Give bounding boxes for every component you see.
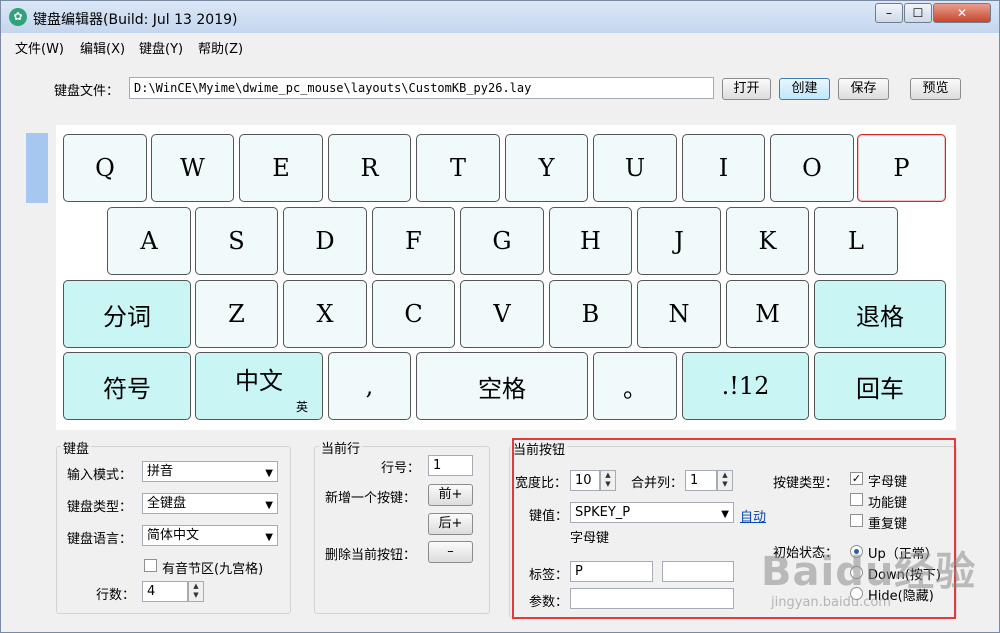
key-comma[interactable]: ,	[328, 352, 411, 420]
rows-label: 行数：	[96, 588, 136, 603]
spin-up-icon: ▲	[193, 582, 199, 590]
watermark-logo: Baidu经验	[761, 549, 977, 595]
key-x[interactable]: X	[283, 280, 367, 348]
key-o[interactable]: O	[770, 134, 854, 202]
rows-spinner[interactable]: ▲ ▼	[188, 581, 204, 602]
title-bar: ✿ 键盘编辑器(Build: Jul 13 2019) – ☐ ✕	[1, 1, 999, 33]
close-button[interactable]: ✕	[933, 3, 991, 23]
window-title: 键盘编辑器(Build: Jul 13 2019)	[33, 12, 238, 28]
kb-lang-value: 简体中文	[147, 528, 200, 543]
key-d[interactable]: D	[283, 207, 367, 275]
has-tone-label: 有音节区(九宫格)	[162, 562, 264, 577]
maximize-button[interactable]: ☐	[904, 3, 932, 23]
key-v[interactable]: V	[460, 280, 544, 348]
key-r[interactable]: R	[328, 134, 411, 202]
key-period[interactable]: 。	[593, 352, 677, 420]
key-c[interactable]: C	[372, 280, 455, 348]
key-b[interactable]: B	[549, 280, 632, 348]
key-j[interactable]: J	[637, 207, 721, 275]
key-u[interactable]: U	[593, 134, 677, 202]
has-tone-checkbox[interactable]	[144, 559, 157, 572]
chevron-down-icon: ▼	[265, 532, 273, 543]
create-button[interactable]: 创建	[779, 78, 830, 100]
input-mode-value: 拼音	[147, 464, 174, 479]
key-space[interactable]: 空格	[416, 352, 588, 420]
key-m[interactable]: M	[726, 280, 809, 348]
key-l[interactable]: L	[814, 207, 898, 275]
row-group-title: 当前行	[319, 438, 363, 457]
key-f[interactable]: F	[372, 207, 455, 275]
app-logo-icon: ✿	[9, 8, 27, 26]
key-q[interactable]: Q	[63, 134, 147, 202]
open-button[interactable]: 打开	[722, 78, 771, 100]
delete-key-button[interactable]: –	[428, 541, 473, 563]
key-english-sublabel: 英	[295, 400, 308, 414]
key-z[interactable]: Z	[195, 280, 278, 348]
current-row-marker	[26, 133, 48, 203]
menu-keyboard[interactable]: 键盘(Y)	[139, 38, 183, 57]
add-after-button[interactable]: 后+	[428, 513, 473, 535]
key-n[interactable]: N	[637, 280, 721, 348]
kb-type-label: 键盘类型：	[67, 500, 133, 515]
rows-field[interactable]: 4	[142, 581, 188, 602]
key-y[interactable]: Y	[505, 134, 588, 202]
menu-file[interactable]: 文件(W)	[15, 38, 64, 57]
key-t[interactable]: T	[416, 134, 500, 202]
key-symbol[interactable]: 符号	[63, 352, 191, 420]
key-chinese-english[interactable]: 中文 英	[195, 352, 323, 420]
key-k[interactable]: K	[726, 207, 809, 275]
delete-key-label: 删除当前按钮：	[325, 548, 417, 563]
input-mode-label: 输入模式：	[67, 468, 133, 483]
kb-type-select[interactable]: 全键盘 ▼	[142, 493, 278, 514]
key-i[interactable]: I	[682, 134, 765, 202]
keyboard-group-title: 键盘	[61, 438, 92, 457]
key-g[interactable]: G	[460, 207, 544, 275]
key-w[interactable]: W	[151, 134, 234, 202]
chevron-down-icon: ▼	[265, 500, 273, 511]
save-button[interactable]: 保存	[838, 78, 889, 100]
key-segment[interactable]: 分词	[63, 280, 191, 348]
key-backspace[interactable]: 退格	[814, 280, 946, 348]
key-e[interactable]: E	[239, 134, 323, 202]
chevron-down-icon: ▼	[265, 468, 273, 479]
add-before-button[interactable]: 前+	[428, 484, 473, 506]
kb-lang-label: 键盘语言：	[67, 532, 133, 547]
menu-help[interactable]: 帮助(Z)	[198, 38, 243, 57]
watermark-url: jingyan.baidu.com	[771, 595, 891, 610]
key-p[interactable]: P	[857, 134, 946, 202]
main-window: ✿ 键盘编辑器(Build: Jul 13 2019) – ☐ ✕ 文件(W) …	[0, 0, 1000, 633]
row-no-field[interactable]: 1	[428, 455, 473, 476]
input-mode-select[interactable]: 拼音 ▼	[142, 461, 278, 482]
preview-button[interactable]: 预览	[910, 78, 961, 100]
key-number-symbols[interactable]: .!12	[682, 352, 809, 420]
row-no-label: 行号：	[381, 461, 421, 476]
menu-edit[interactable]: 编辑(X)	[80, 38, 125, 57]
minimize-button[interactable]: –	[875, 3, 903, 23]
key-a[interactable]: A	[107, 207, 191, 275]
file-path-field[interactable]: D:\WinCE\Myime\dwime_pc_mouse\layouts\Cu…	[129, 77, 714, 99]
menu-bar: 文件(W) 编辑(X) 键盘(Y) 帮助(Z)	[1, 33, 999, 57]
key-h[interactable]: H	[549, 207, 632, 275]
file-label: 键盘文件：	[54, 84, 120, 99]
kb-type-value: 全键盘	[147, 496, 187, 511]
spin-down-icon: ▼	[193, 591, 199, 599]
add-key-label: 新增一个按键：	[325, 491, 417, 506]
key-s[interactable]: S	[195, 207, 278, 275]
kb-lang-select[interactable]: 简体中文 ▼	[142, 525, 278, 546]
key-chinese-label: 中文	[235, 366, 283, 395]
key-enter[interactable]: 回车	[814, 352, 946, 420]
